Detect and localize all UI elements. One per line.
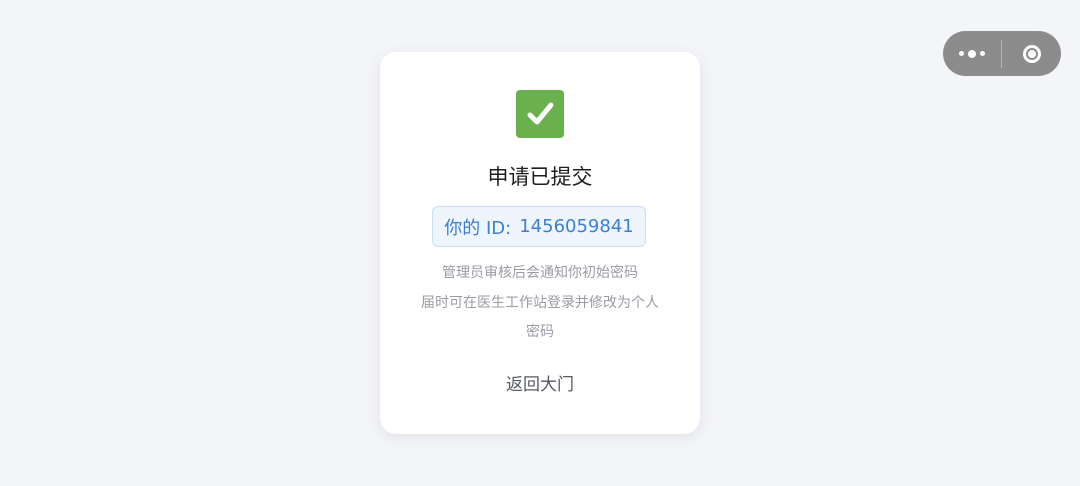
check-mark-icon <box>516 90 564 138</box>
back-to-gate-button[interactable]: 返回大门 <box>480 370 600 400</box>
user-id-badge: 你的 ID: 1456059841 <box>432 206 646 247</box>
id-value: 1456059841 <box>519 216 634 237</box>
id-label: 你的 ID: <box>444 217 512 239</box>
dot <box>980 51 985 56</box>
dot <box>968 49 976 58</box>
target-ring-icon[interactable] <box>1002 31 1061 76</box>
description-line-2: 届时可在医生工作站登录并修改为个人 <box>421 295 659 311</box>
check-mark-svg <box>527 102 554 125</box>
more-dots-icon[interactable] <box>943 31 1001 76</box>
description-line-3: 密码 <box>526 324 554 340</box>
submission-card: 申请已提交 你的 ID: 1456059841 管理员审核后会通知你初始密码 届… <box>380 52 700 434</box>
dot <box>959 51 964 56</box>
ring-inner <box>1027 49 1036 58</box>
mini-program-capsule <box>943 31 1061 76</box>
description-line-1: 管理员审核后会通知你初始密码 <box>442 265 638 281</box>
page-title: 申请已提交 <box>487 165 593 189</box>
ring-outer <box>1022 44 1041 63</box>
